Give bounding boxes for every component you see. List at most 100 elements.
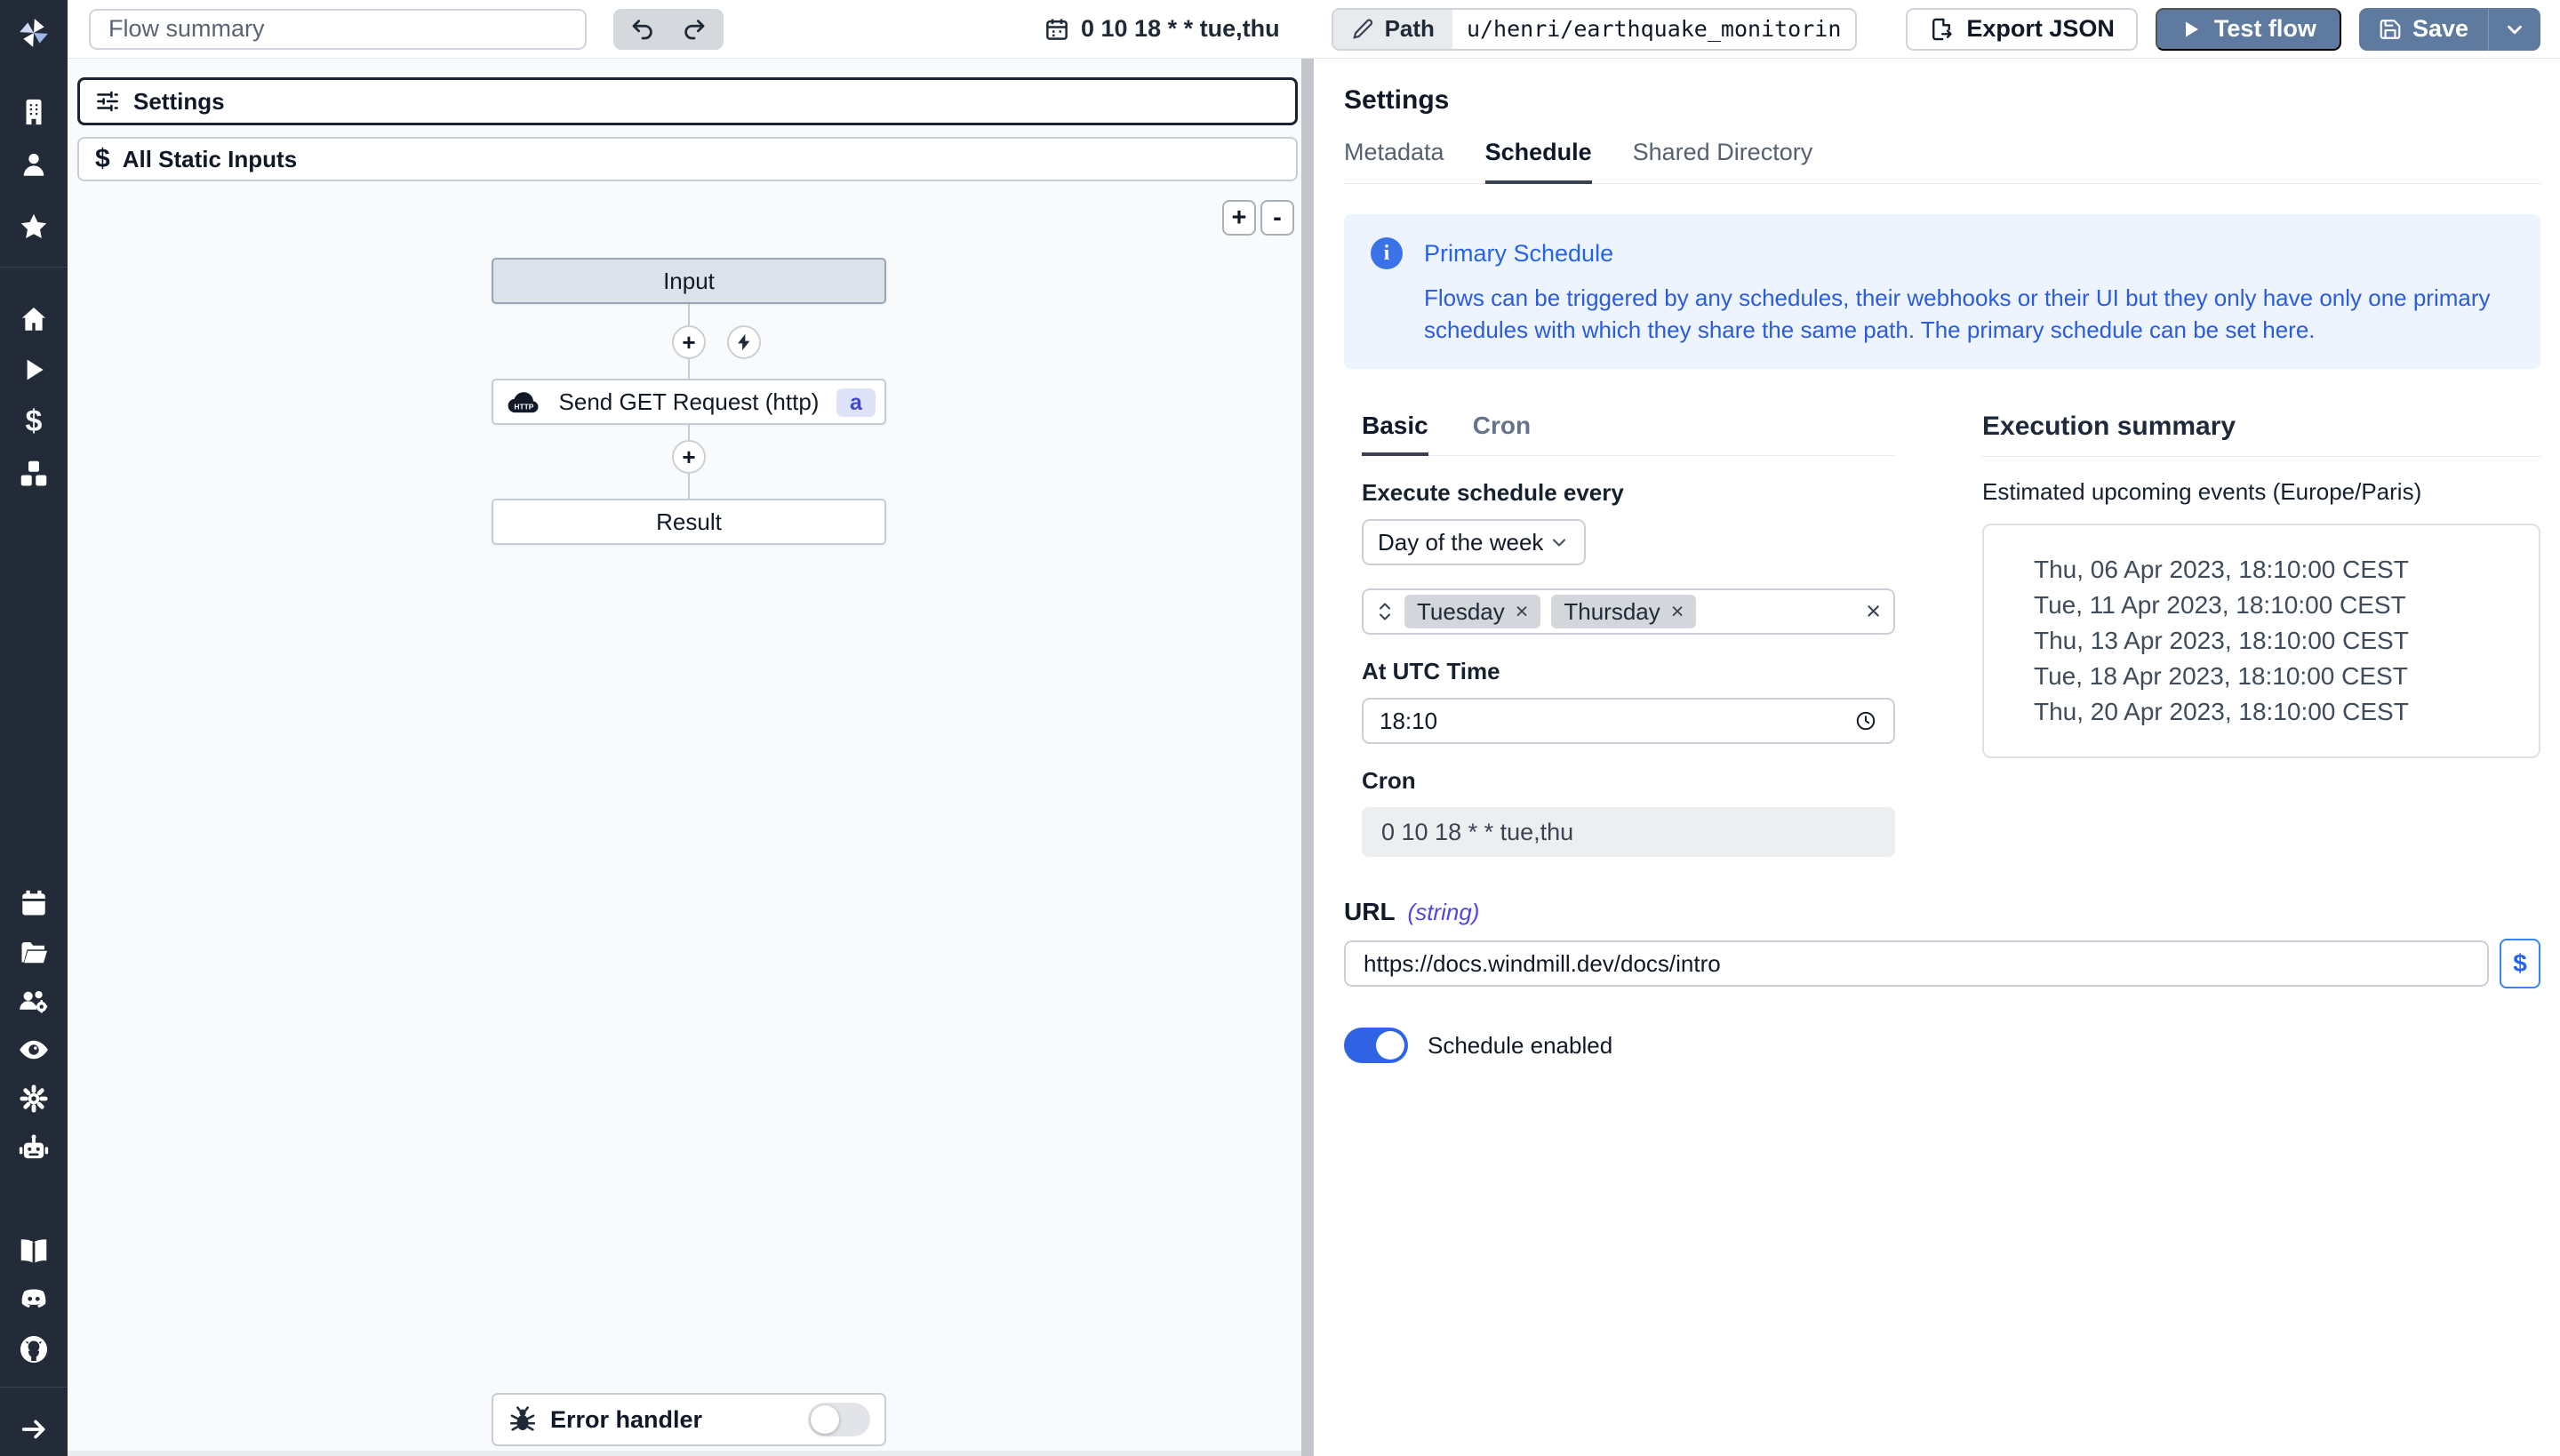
info-title: Primary Schedule [1424,240,2508,268]
flow-node-http[interactable]: HTTP Send GET Request (http) a [492,379,886,425]
tab-shared-directory[interactable]: Shared Directory [1633,139,1813,183]
cron-readonly-field: 0 10 18 * * tue,thu [1362,807,1895,857]
node-badge: a [836,388,876,417]
url-row: $ [1344,939,2540,988]
all-static-inputs-box[interactable]: $ All Static Inputs [77,137,1298,181]
url-label: URL (string) [1344,898,2540,926]
sidebar-item-home[interactable] [14,300,53,339]
calendar-icon [19,888,49,918]
dollar-icon: $ [26,404,43,439]
error-handler-label: Error handler [550,1406,702,1434]
sidebar-item-folders[interactable] [14,933,53,972]
execution-summary-subtitle: Estimated upcoming events (Europe/Paris) [1982,478,2540,506]
save-icon [2379,18,2402,41]
flow-node-http-label: Send GET Request (http) [559,388,820,416]
panel-splitter[interactable] [1301,59,1314,1456]
sidebar-item-groups[interactable] [14,982,53,1021]
topbar-actions: Export JSON Test flow Save [1906,8,2540,51]
info-content: Primary Schedule Flows can be triggered … [1424,237,2508,346]
upcoming-events-box: Thu, 06 Apr 2023, 18:10:00 CEST Tue, 11 … [1982,524,2540,758]
day-tag: Tuesday × [1404,595,1540,628]
path-badge[interactable]: Path [1333,10,1452,49]
undo-icon [629,16,656,43]
chevron-down-icon [2503,18,2526,41]
path-group[interactable]: Path u/henri/earthquake_monitorin [1332,8,1858,51]
sidebar-item-resources[interactable] [14,454,53,493]
error-handler-toggle[interactable] [808,1403,870,1436]
export-json-button[interactable]: Export JSON [1906,8,2138,51]
settings-panel: Settings Metadata Schedule Shared Direct… [1314,59,2560,1456]
sidebar-item-docs[interactable] [14,1231,53,1270]
test-flow-button[interactable]: Test flow [2156,8,2341,51]
execute-schedule-label: Execute schedule every [1362,479,1895,507]
utc-time-value: 18:10 [1380,708,1437,735]
remove-tag-icon[interactable]: × [1671,601,1684,623]
url-input[interactable] [1344,940,2489,987]
windmill-logo-icon[interactable] [14,13,53,52]
trigger-button[interactable] [727,325,761,359]
frequency-select[interactable]: Day of the week [1362,519,1586,565]
info-body: Flows can be triggered by any schedules,… [1424,282,2508,346]
flow-summary-input[interactable] [89,9,587,50]
save-dropdown-button[interactable] [2489,8,2540,51]
variable-picker-button[interactable]: $ [2500,939,2540,988]
topbar: 0 10 18 * * tue,thu Path u/henri/earthqu… [68,0,2560,59]
tab-basic[interactable]: Basic [1362,412,1428,456]
path-value[interactable]: u/henri/earthquake_monitorin [1452,10,1855,49]
remove-tag-icon[interactable]: × [1516,601,1529,623]
clear-all-icon[interactable]: × [1866,599,1881,625]
add-step-button[interactable]: + [672,325,706,359]
save-button[interactable]: Save [2359,8,2489,51]
clock-icon[interactable] [1854,709,1877,732]
sidebar-item-schedules[interactable] [14,884,53,923]
flow-settings-box[interactable]: Settings [77,77,1298,125]
utc-time-input[interactable]: 18:10 [1362,698,1895,744]
bug-icon [508,1404,538,1435]
schedule-enabled-toggle[interactable] [1344,1028,1408,1063]
sidebar-item-discord[interactable] [14,1280,53,1319]
add-step-button[interactable]: + [672,440,706,474]
day-tag: Thursday × [1551,595,1696,628]
day-tag-label: Thursday [1564,598,1660,626]
sidebar-item-workers[interactable] [14,1129,53,1168]
calendar-clock-icon [1044,16,1070,43]
tab-cron[interactable]: Cron [1473,412,1531,455]
building-icon [19,97,49,127]
test-flow-label: Test flow [2214,15,2316,43]
canvas-zoom-out-button[interactable]: - [1260,200,1294,236]
schedule-mode-tabs: Basic Cron [1362,412,1895,456]
path-label-text: Path [1385,15,1435,43]
sidebar-item-runs[interactable] [14,350,53,389]
flow-node-result[interactable]: Result [492,499,886,545]
sidebar-item-user[interactable] [14,145,53,184]
sidebar-item-favorites[interactable] [14,207,53,246]
tab-schedule[interactable]: Schedule [1485,139,1592,184]
day-tag-label: Tuesday [1417,598,1505,626]
eye-icon [17,1033,51,1067]
error-handler-box[interactable]: Error handler [492,1393,886,1446]
event-row: Tue, 18 Apr 2023, 18:10:00 CEST [2034,659,2521,694]
schedule-columns: Basic Cron Execute schedule every Day of… [1344,412,2540,857]
undo-button[interactable] [617,12,668,47]
sliders-icon [94,88,121,115]
sidebar-collapse-button[interactable] [14,1410,53,1449]
sidebar-item-workspace[interactable] [14,92,53,132]
sidebar-item-audit-logs[interactable] [14,1030,53,1069]
cron-preview-text: 0 10 18 * * tue,thu [1081,15,1280,43]
sidebar-item-settings[interactable] [14,1079,53,1118]
tab-metadata[interactable]: Metadata [1344,139,1444,183]
frequency-value: Day of the week [1378,529,1543,556]
discord-icon [17,1283,51,1316]
sidebar-item-github[interactable] [14,1330,53,1369]
cubes-icon [18,458,50,490]
days-multiselect[interactable]: Tuesday × Thursday × × [1362,588,1895,635]
redo-button[interactable] [668,12,720,47]
file-export-icon [1929,17,1954,42]
canvas-zoom-in-button[interactable]: + [1222,200,1256,236]
execution-summary-title: Execution summary [1982,412,2540,457]
content: Settings $ All Static Inputs + - Input +… [68,59,2560,1456]
flow-node-input[interactable]: Input [492,258,886,304]
flow-editor-panel: Settings $ All Static Inputs + - Input +… [68,59,1301,1456]
sidebar-item-variables[interactable]: $ [14,402,53,441]
play-icon [2180,19,2202,40]
